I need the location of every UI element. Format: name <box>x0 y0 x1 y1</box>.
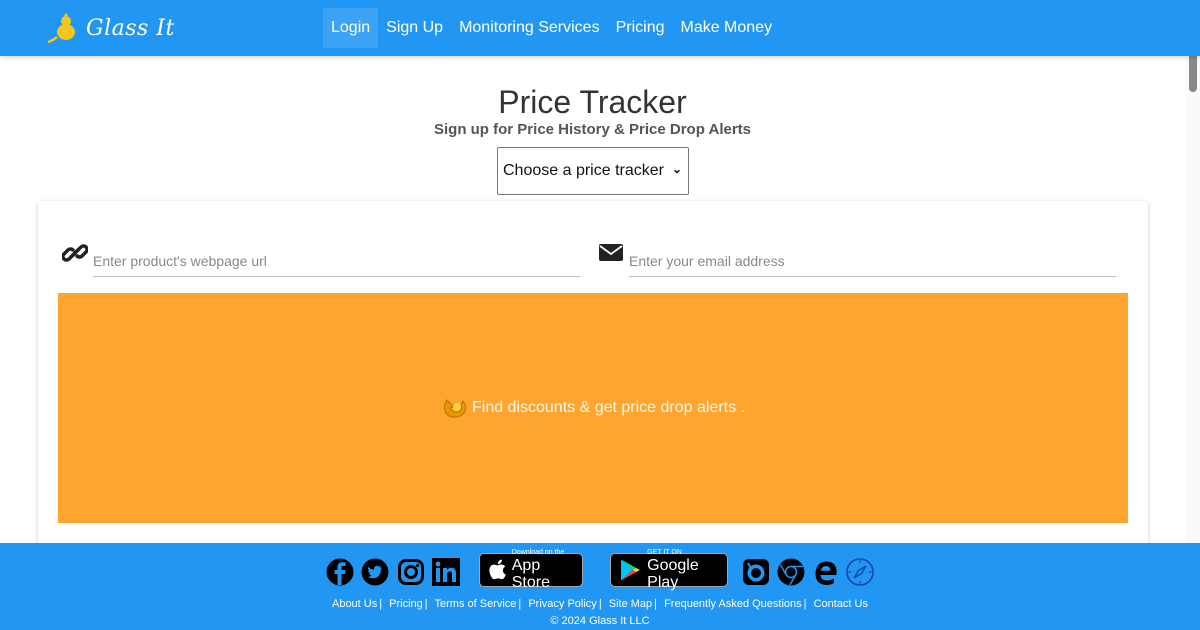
product-url-input[interactable] <box>93 245 580 277</box>
google-play-small-text: GET IT ON <box>647 549 682 556</box>
google-play-icon <box>621 559 640 581</box>
footer-link-site-map[interactable]: Site Map <box>609 598 652 610</box>
page-scrollbar[interactable] <box>1185 56 1200 543</box>
main-nav: Login Sign Up Monitoring Services Pricin… <box>323 8 780 48</box>
safari-icon[interactable] <box>846 558 874 586</box>
app-store-big-text: App Store <box>511 557 550 591</box>
footer-links: About Us | Pricing | Terms of Service | Pri… <box>331 598 868 610</box>
nav-monitoring-services[interactable]: Monitoring Services <box>451 8 608 48</box>
nav-pricing[interactable]: Pricing <box>608 8 673 48</box>
facebook-icon[interactable] <box>326 558 354 586</box>
logo[interactable]: Glass It <box>46 10 175 46</box>
copyright: © 2024 Glass It LLC <box>550 615 650 627</box>
app-store-small-text: Download on the <box>511 549 565 556</box>
footer-link-about-us[interactable]: About Us <box>332 598 377 610</box>
apple-icon <box>489 559 506 580</box>
footer-link-faq[interactable]: Frequently Asked Questions <box>664 598 802 610</box>
price-tracker-select[interactable]: Choose a price tracker ⌄ <box>497 147 689 195</box>
footer-link-contact-us[interactable]: Contact Us <box>814 598 868 610</box>
page-title: Price Tracker <box>498 84 687 120</box>
footer-link-privacy-policy[interactable]: Privacy Policy <box>528 598 596 610</box>
promo-banner: Find discounts & get price drop alerts . <box>58 293 1128 523</box>
scrollbar-thumb[interactable] <box>1189 56 1197 92</box>
top-navbar: Glass It Login Sign Up Monitoring Servic… <box>0 0 1200 56</box>
nav-sign-up[interactable]: Sign Up <box>378 8 451 48</box>
google-play-badge[interactable]: GET IT ON Google Play <box>610 549 728 591</box>
linkedin-icon[interactable] <box>432 558 460 586</box>
edge-icon[interactable] <box>812 558 840 586</box>
footer-link-terms-of-service[interactable]: Terms of Service <box>435 598 517 610</box>
chevron-down-icon: ⌄ <box>671 162 682 176</box>
page-subtitle: Sign up for Price History & Price Drop A… <box>433 121 751 138</box>
footer: Download on the App Store GET IT ON Goog… <box>0 543 1200 630</box>
nav-make-money[interactable]: Make Money <box>672 8 780 48</box>
instagram-icon[interactable] <box>397 558 425 586</box>
email-input[interactable] <box>629 245 1116 277</box>
google-play-big-text: Google Play <box>647 557 699 591</box>
link-icon <box>62 244 88 262</box>
arrow-icon <box>443 399 466 418</box>
firefox-icon[interactable] <box>742 558 770 586</box>
brand-name: Glass It <box>86 15 175 41</box>
banner-text: Find discounts & get price drop alerts . <box>471 399 746 416</box>
select-value: Choose a price tracker <box>503 162 664 179</box>
nav-login[interactable]: Login <box>323 8 379 48</box>
footer-link-pricing[interactable]: Pricing <box>389 598 423 610</box>
envelope-icon <box>599 244 623 261</box>
genie-logo-icon <box>47 13 75 44</box>
chrome-icon[interactable] <box>777 558 805 586</box>
app-store-badge[interactable]: Download on the App Store <box>479 549 583 591</box>
tracker-card: Find discounts & get price drop alerts . <box>38 201 1148 543</box>
twitter-icon[interactable] <box>361 558 389 586</box>
